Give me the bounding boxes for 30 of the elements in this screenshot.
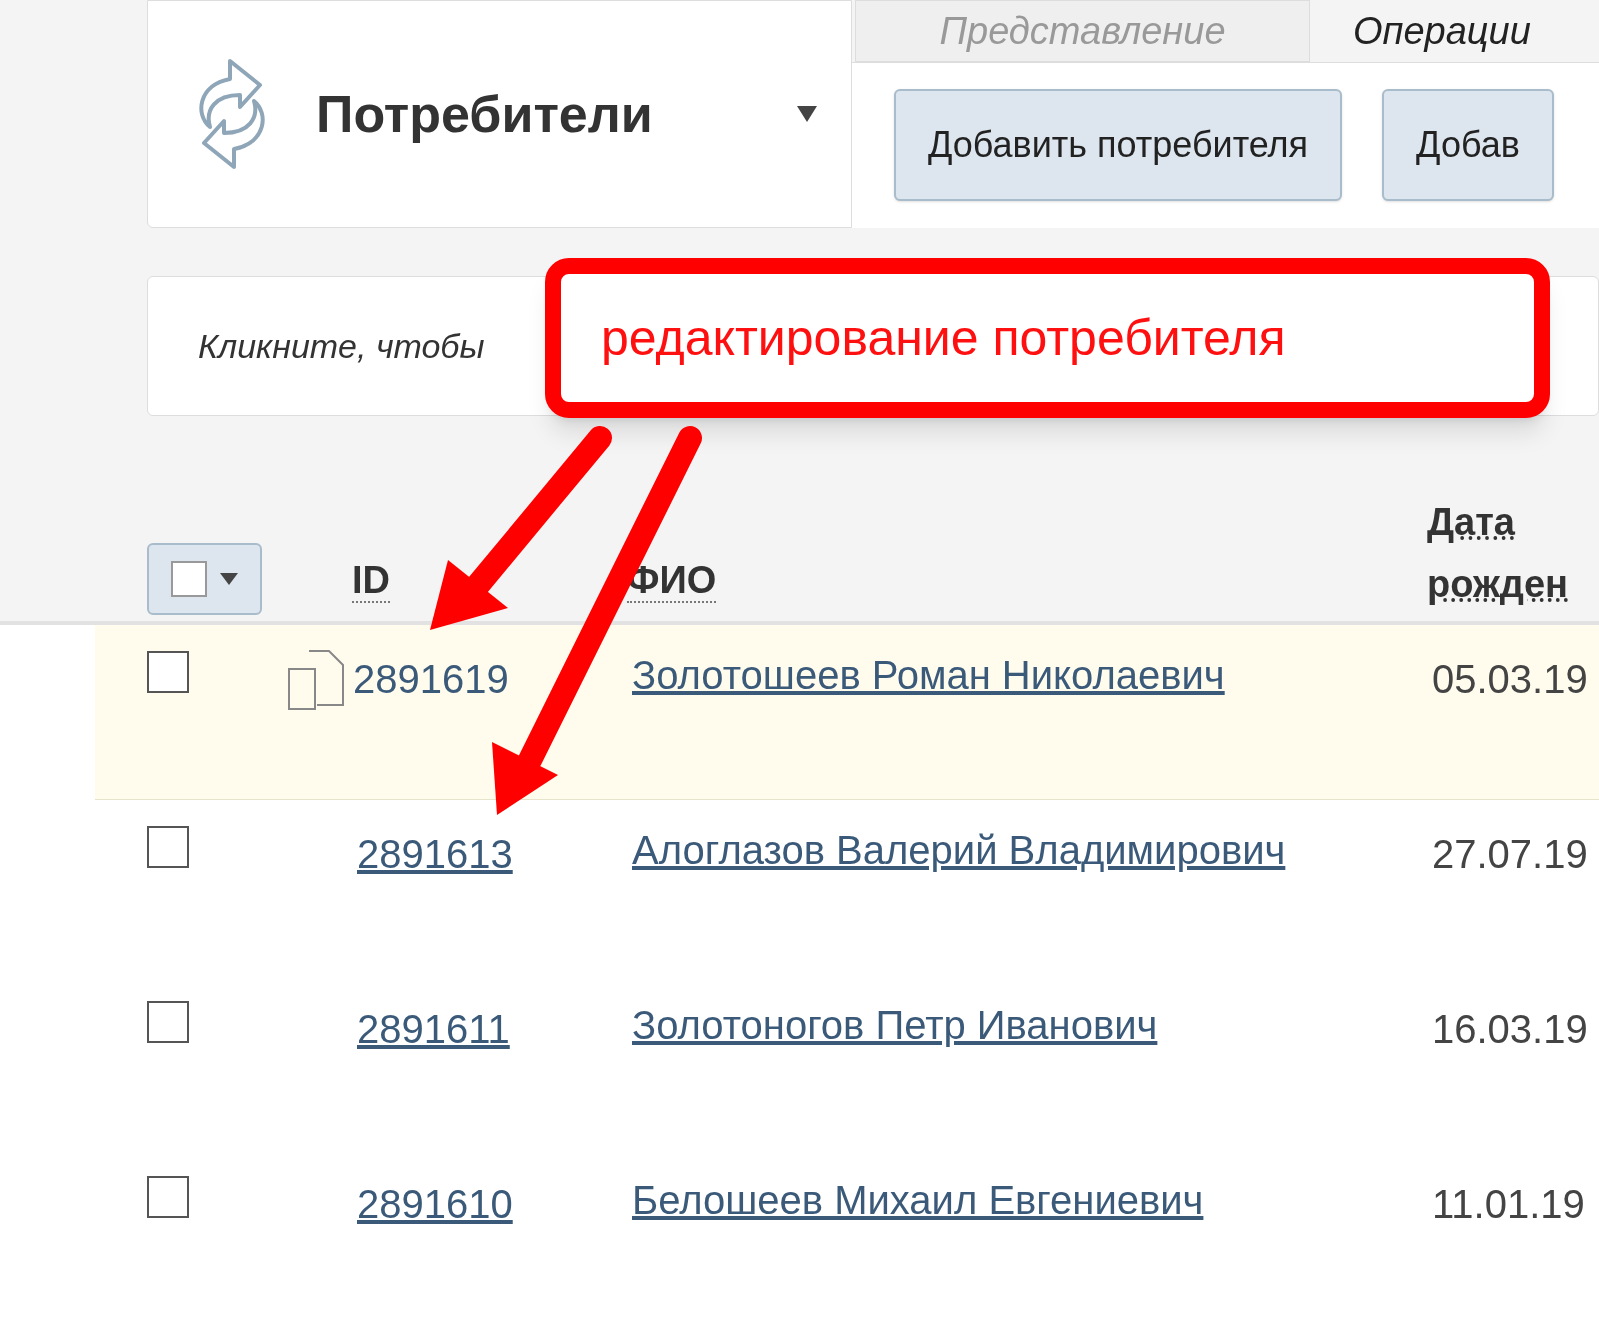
column-header[interactable]: Дата рожден xyxy=(1427,491,1594,615)
callout-text: редактирование потребителя xyxy=(601,308,1286,368)
id-link[interactable]: 2891611 xyxy=(357,999,510,1059)
column-header[interactable]: ID xyxy=(352,559,390,603)
date-cell-text: 27.07.19 xyxy=(1432,831,1588,878)
checkbox[interactable] xyxy=(147,651,189,693)
page-title: Потребители xyxy=(316,84,653,145)
add-button[interactable]: Добав xyxy=(1382,89,1554,201)
checkbox-icon xyxy=(170,561,207,597)
date-cell-text: 11.01.19 xyxy=(1432,1181,1585,1228)
name-link[interactable]: Золотошеев Роман Николаевич xyxy=(632,645,1322,705)
date-cell-text: 05.03.19 xyxy=(1432,656,1588,703)
add-button[interactable]: Добавить потребителя xyxy=(894,89,1343,201)
copy-icon[interactable] xyxy=(287,649,347,711)
dropdown-caret-icon[interactable] xyxy=(795,104,819,124)
caret-icon xyxy=(218,572,239,586)
name-link[interactable]: Белошеев Михаил Евгениевич xyxy=(632,1170,1322,1230)
table-row[interactable]: 2891619 Золотошеев Роман Николаевич 05.03.19 xyxy=(95,625,1599,800)
id-link[interactable]: 2891610 xyxy=(357,1174,513,1234)
id-link[interactable]: 2891613 xyxy=(357,824,513,884)
select-all-dropdown[interactable] xyxy=(147,543,262,615)
checkbox[interactable] xyxy=(147,1001,189,1043)
name-link[interactable]: Алоглазов Валерий Владимирович xyxy=(632,820,1322,880)
checkbox[interactable] xyxy=(147,826,189,868)
name-link[interactable]: Золотоногов Петр Иванович xyxy=(632,995,1322,1055)
date-cell-text: 16.03.19 xyxy=(1432,1006,1588,1053)
id-link[interactable]: 2891619 xyxy=(353,649,509,709)
tab[interactable]: Операции xyxy=(1313,0,1571,62)
checkbox[interactable] xyxy=(147,1176,189,1218)
search-placeholder: Кликните, чтобы xyxy=(198,325,485,367)
